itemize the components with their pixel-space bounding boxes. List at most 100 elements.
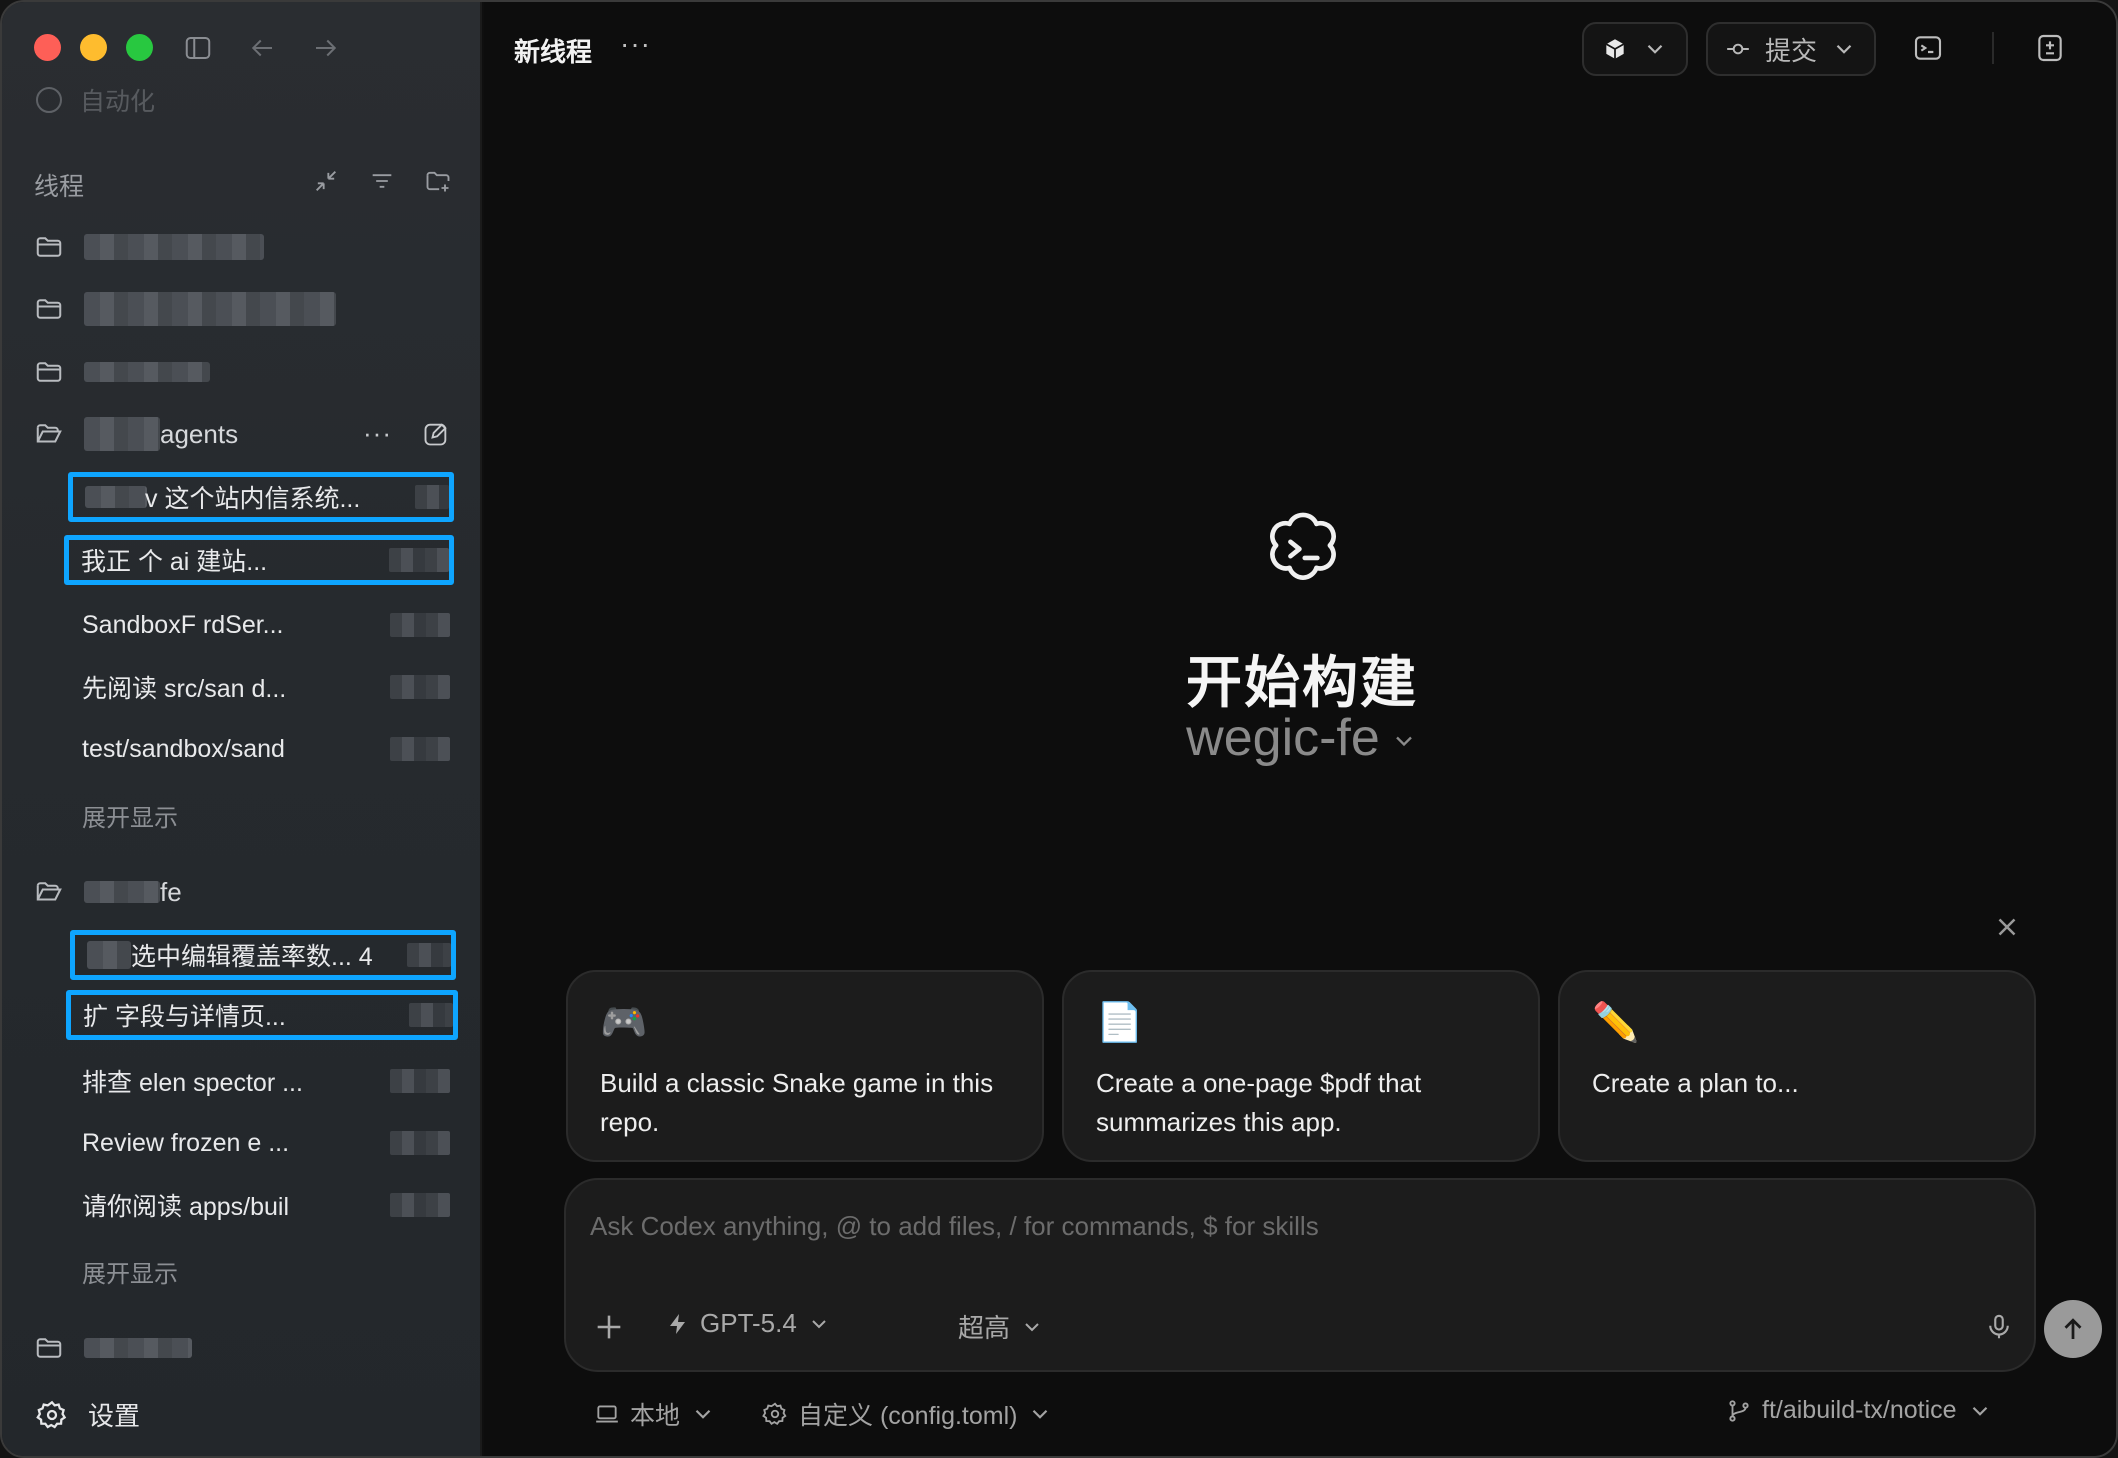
- new-folder-icon[interactable]: [424, 167, 452, 195]
- folder-name: agents: [160, 418, 239, 449]
- terminal-icon[interactable]: [1908, 28, 1948, 68]
- pdf-icon: 📄: [1096, 1002, 1144, 1044]
- folder-icon: [36, 299, 62, 319]
- environment-selector[interactable]: [1582, 22, 1688, 76]
- chevron-down-icon: [1836, 44, 1852, 54]
- laptop-icon: [596, 1405, 618, 1423]
- project-selector[interactable]: wegic-fe: [484, 708, 2116, 768]
- zoom-window-button[interactable]: [126, 34, 153, 61]
- thread-item[interactable]: Review frozen e ...: [70, 1118, 450, 1168]
- thread-item[interactable]: 先阅读 src/san d...: [70, 662, 450, 712]
- redacted-folder-name: [84, 292, 336, 326]
- composer: GPT-5.4 超高: [564, 1178, 2102, 1372]
- suggestion-card[interactable]: 🎮 Build a classic Snake game in this rep…: [566, 970, 1044, 1162]
- environment-dropdown[interactable]: 本地: [594, 1396, 716, 1432]
- thread-item[interactable]: 排查 elen spector ...: [70, 1056, 450, 1106]
- redacted-folder-prefix: [84, 881, 160, 903]
- suggestion-text: Build a classic Snake game in this repo.: [600, 1068, 994, 1137]
- prompt-input[interactable]: [590, 1206, 1990, 1246]
- pencil-icon: ✏️: [1592, 1002, 1640, 1044]
- folder-more-button[interactable]: ···: [363, 418, 392, 449]
- automation-icon: [36, 87, 62, 113]
- open-folder-icon: [36, 424, 62, 443]
- settings-button[interactable]: 设置: [36, 1396, 140, 1433]
- window-controls: [34, 34, 153, 61]
- thread-item[interactable]: 请你阅读 apps/buil: [70, 1180, 450, 1230]
- thread-item[interactable]: 我正 个 ai 建站...: [64, 535, 454, 585]
- close-window-button[interactable]: [34, 34, 61, 61]
- filter-icon[interactable]: [368, 167, 396, 195]
- chevron-down-icon: [1395, 736, 1412, 747]
- close-suggestions-icon[interactable]: [1992, 912, 2022, 942]
- project-folder[interactable]: [34, 1328, 454, 1368]
- thread-meta: [415, 485, 449, 509]
- sidebar: 自动化 线程 agents ··· v 这个站内信系统... 我正 个 ai 建…: [2, 2, 482, 1456]
- back-arrow-icon[interactable]: [244, 30, 280, 66]
- automation-item[interactable]: 自动化: [36, 82, 155, 118]
- thread-meta: [390, 1193, 450, 1217]
- commit-icon: [1727, 43, 1749, 55]
- gamepad-icon: 🎮: [600, 1002, 648, 1044]
- forward-arrow-icon[interactable]: [308, 30, 344, 66]
- show-more-link[interactable]: 展开显示: [82, 798, 178, 833]
- threads-section-title: 线程: [34, 173, 85, 201]
- open-folder-icon: [36, 882, 62, 901]
- branch-dropdown[interactable]: ft/aibuild-tx/notice: [1726, 1396, 1993, 1425]
- toolbar-divider: [1992, 32, 1994, 64]
- project-folder[interactable]: [34, 227, 454, 267]
- suggestion-card[interactable]: 📄 Create a one-page $pdf that summarizes…: [1062, 970, 1540, 1162]
- thread-meta: [390, 613, 450, 637]
- suggestion-text: Create a plan to...: [1592, 1068, 1799, 1098]
- gear-icon: [762, 1402, 787, 1425]
- config-dropdown[interactable]: 自定义 (config.toml): [762, 1396, 1053, 1432]
- redacted-folder-prefix: [84, 417, 160, 451]
- git-branch-icon: [1729, 1399, 1749, 1422]
- thread-meta: [407, 943, 451, 967]
- folder-icon: [36, 1338, 62, 1358]
- main-panel: 新线程 ··· 提交 开始构建 wegic-fe 🎮 Build a class…: [484, 2, 2116, 1456]
- chevron-down-icon: [1025, 1322, 1039, 1331]
- threads-section-actions: [312, 167, 452, 195]
- chevron-down-icon: [695, 1409, 711, 1419]
- folder-icon: [36, 237, 62, 257]
- arrow-up-icon: [2064, 1318, 2082, 1339]
- thread-meta: [389, 548, 449, 572]
- page-title: 新线程: [514, 37, 593, 67]
- app-window: 自动化 线程 agents ··· v 这个站内信系统... 我正 个 ai 建…: [0, 0, 2118, 1458]
- thread-item[interactable]: test/sandbox/sand: [70, 724, 450, 774]
- folder-icon: [36, 362, 62, 382]
- codex-logo-icon: [1270, 512, 1336, 580]
- model-selector[interactable]: GPT-5.4: [666, 1308, 831, 1339]
- thread-meta: [390, 1069, 450, 1093]
- thread-meta: [390, 675, 450, 699]
- chevron-down-icon: [1972, 1406, 1987, 1416]
- title-more-button[interactable]: ···: [620, 28, 651, 60]
- project-folder[interactable]: [34, 289, 454, 329]
- diff-panel-icon[interactable]: [2030, 28, 2070, 68]
- thread-meta: [409, 1003, 453, 1027]
- thread-item[interactable]: 扩 字段与详情页...: [66, 990, 458, 1040]
- add-attachment-icon[interactable]: [592, 1310, 626, 1344]
- redacted-folder-name: [84, 234, 264, 260]
- project-folder[interactable]: [34, 352, 454, 392]
- cube-icon: [1605, 39, 1625, 59]
- chevron-down-icon: [1647, 44, 1663, 54]
- minimize-window-button[interactable]: [80, 34, 107, 61]
- send-button[interactable]: [2044, 1300, 2102, 1358]
- collapse-icon[interactable]: [312, 167, 340, 195]
- sidebar-toggle-icon[interactable]: [180, 30, 216, 66]
- project-folder-agents[interactable]: agents ···: [34, 414, 454, 454]
- hero-title: 开始构建: [1186, 651, 1418, 714]
- project-folder-fe[interactable]: fe: [34, 872, 454, 912]
- chevron-down-icon: [1033, 1409, 1048, 1419]
- new-thread-icon[interactable]: [422, 420, 450, 448]
- reasoning-effort-selector[interactable]: 超高: [958, 1308, 1044, 1345]
- folder-name: fe: [160, 876, 182, 907]
- show-more-link[interactable]: 展开显示: [82, 1254, 178, 1289]
- suggestion-card[interactable]: ✏️ Create a plan to...: [1558, 970, 2036, 1162]
- thread-item[interactable]: 选中编辑覆盖率数... 4: [70, 930, 456, 980]
- thread-item[interactable]: SandboxF rdSer...: [70, 600, 450, 650]
- microphone-icon[interactable]: [1984, 1310, 2014, 1344]
- thread-item[interactable]: v 这个站内信系统...: [68, 472, 454, 522]
- commit-button[interactable]: 提交: [1706, 22, 1876, 76]
